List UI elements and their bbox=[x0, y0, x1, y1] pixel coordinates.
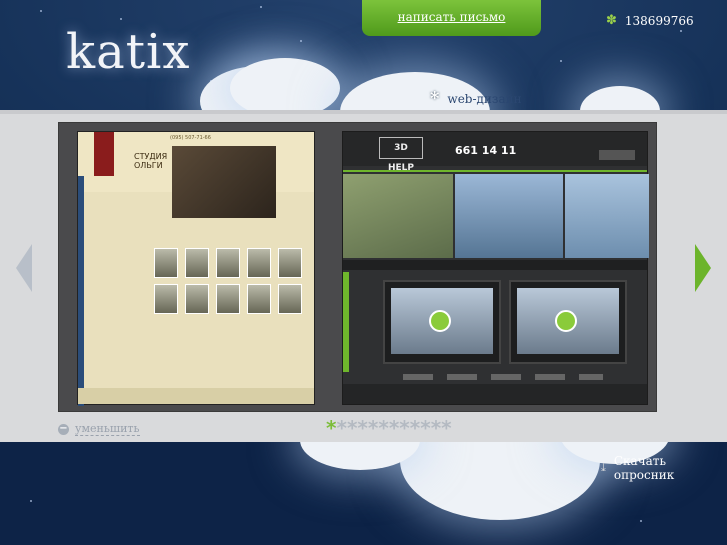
site-sidebar-strip bbox=[78, 176, 84, 406]
star bbox=[680, 30, 682, 32]
category-label: web-дизайн bbox=[447, 91, 522, 106]
pager-dot[interactable]: * bbox=[347, 416, 358, 440]
star bbox=[30, 500, 32, 502]
banner-image bbox=[343, 174, 453, 258]
site-gallery bbox=[154, 248, 302, 314]
gallery-thumb bbox=[278, 248, 302, 278]
pager-dot[interactable]: * bbox=[389, 416, 400, 440]
play-icon bbox=[429, 310, 451, 332]
site-footer bbox=[343, 384, 647, 404]
site-hero-photo bbox=[172, 146, 276, 218]
minus-icon[interactable]: − bbox=[58, 423, 69, 435]
gallery-thumb bbox=[278, 284, 302, 314]
star bbox=[640, 520, 642, 522]
star bbox=[120, 18, 122, 20]
pager-dot[interactable]: * bbox=[357, 416, 368, 440]
star bbox=[300, 40, 302, 42]
flower-icon: ✽ bbox=[606, 13, 617, 28]
banner-image bbox=[565, 174, 649, 258]
next-arrow-icon[interactable] bbox=[695, 244, 711, 292]
gallery-thumb bbox=[154, 284, 178, 314]
portfolio-item-photo-studio[interactable]: (095) 507-71-66 СТУДИЯ ОЛЬГИ bbox=[77, 131, 315, 406]
site-logo[interactable]: katix bbox=[66, 24, 190, 80]
site-side-tab bbox=[343, 272, 349, 372]
site-links bbox=[403, 374, 603, 380]
portfolio-viewer: (095) 507-71-66 СТУДИЯ ОЛЬГИ 3D HELP 661… bbox=[58, 122, 657, 412]
play-icon bbox=[555, 310, 577, 332]
site-nav-controls bbox=[599, 150, 635, 160]
portfolio-category: * web-дизайн bbox=[430, 88, 522, 109]
site-menu bbox=[343, 260, 647, 270]
pager-dot[interactable]: * bbox=[378, 416, 389, 440]
download-survey[interactable]: ⤓ Скачать опросник bbox=[601, 454, 727, 482]
pager-dot[interactable]: * bbox=[368, 416, 379, 440]
pager-dot[interactable]: * bbox=[410, 416, 421, 440]
prev-arrow-icon[interactable] bbox=[16, 244, 32, 292]
zoom-label[interactable]: уменьшить bbox=[75, 422, 140, 436]
banner-image bbox=[455, 174, 563, 258]
asterisk-icon: * bbox=[430, 88, 440, 109]
site-phone: (095) 507-71-66 bbox=[170, 135, 211, 141]
pager-dot[interactable]: * bbox=[420, 416, 431, 440]
write-letter-button[interactable]: написать письмо bbox=[362, 0, 541, 36]
portfolio-item-3d-help[interactable]: 3D HELP 661 14 11 bbox=[342, 131, 649, 405]
pager-dot[interactable]: * bbox=[431, 416, 442, 440]
gallery-thumb bbox=[154, 248, 178, 278]
star bbox=[560, 60, 562, 62]
pager: * * * * * * * * * * * * bbox=[326, 416, 452, 440]
video-preview bbox=[509, 280, 627, 364]
gallery-thumb bbox=[247, 248, 271, 278]
pager-dot[interactable]: * bbox=[441, 416, 452, 440]
gallery-thumb bbox=[185, 284, 209, 314]
site-title-line1: СТУДИЯ bbox=[134, 152, 168, 161]
pager-dot[interactable]: * bbox=[336, 416, 347, 440]
video-preview bbox=[383, 280, 501, 364]
star bbox=[40, 10, 42, 12]
gallery-thumb bbox=[185, 248, 209, 278]
phone-number: 138699766 bbox=[624, 13, 694, 28]
zoom-control[interactable]: − уменьшить bbox=[58, 422, 140, 436]
site-title: СТУДИЯ ОЛЬГИ bbox=[134, 152, 167, 170]
site-footer bbox=[78, 388, 314, 404]
download-icon: ⤓ bbox=[601, 461, 606, 474]
gallery-thumb bbox=[247, 284, 271, 314]
cloud bbox=[230, 58, 340, 118]
site-ribbon bbox=[94, 132, 114, 176]
pager-dot[interactable]: * bbox=[399, 416, 410, 440]
site-logo-3dhelp: 3D HELP bbox=[379, 137, 423, 173]
pager-dot[interactable]: * bbox=[326, 416, 337, 440]
gallery-thumb bbox=[216, 248, 240, 278]
site-phone: 661 14 11 bbox=[455, 144, 517, 157]
site-title-line2: ОЛЬГИ bbox=[134, 161, 163, 170]
site-accent-line bbox=[343, 170, 647, 172]
gallery-thumb bbox=[216, 284, 240, 314]
download-label[interactable]: Скачать опросник bbox=[614, 454, 727, 482]
header-phone: ✽ 138699766 bbox=[606, 13, 694, 28]
star bbox=[260, 6, 262, 8]
